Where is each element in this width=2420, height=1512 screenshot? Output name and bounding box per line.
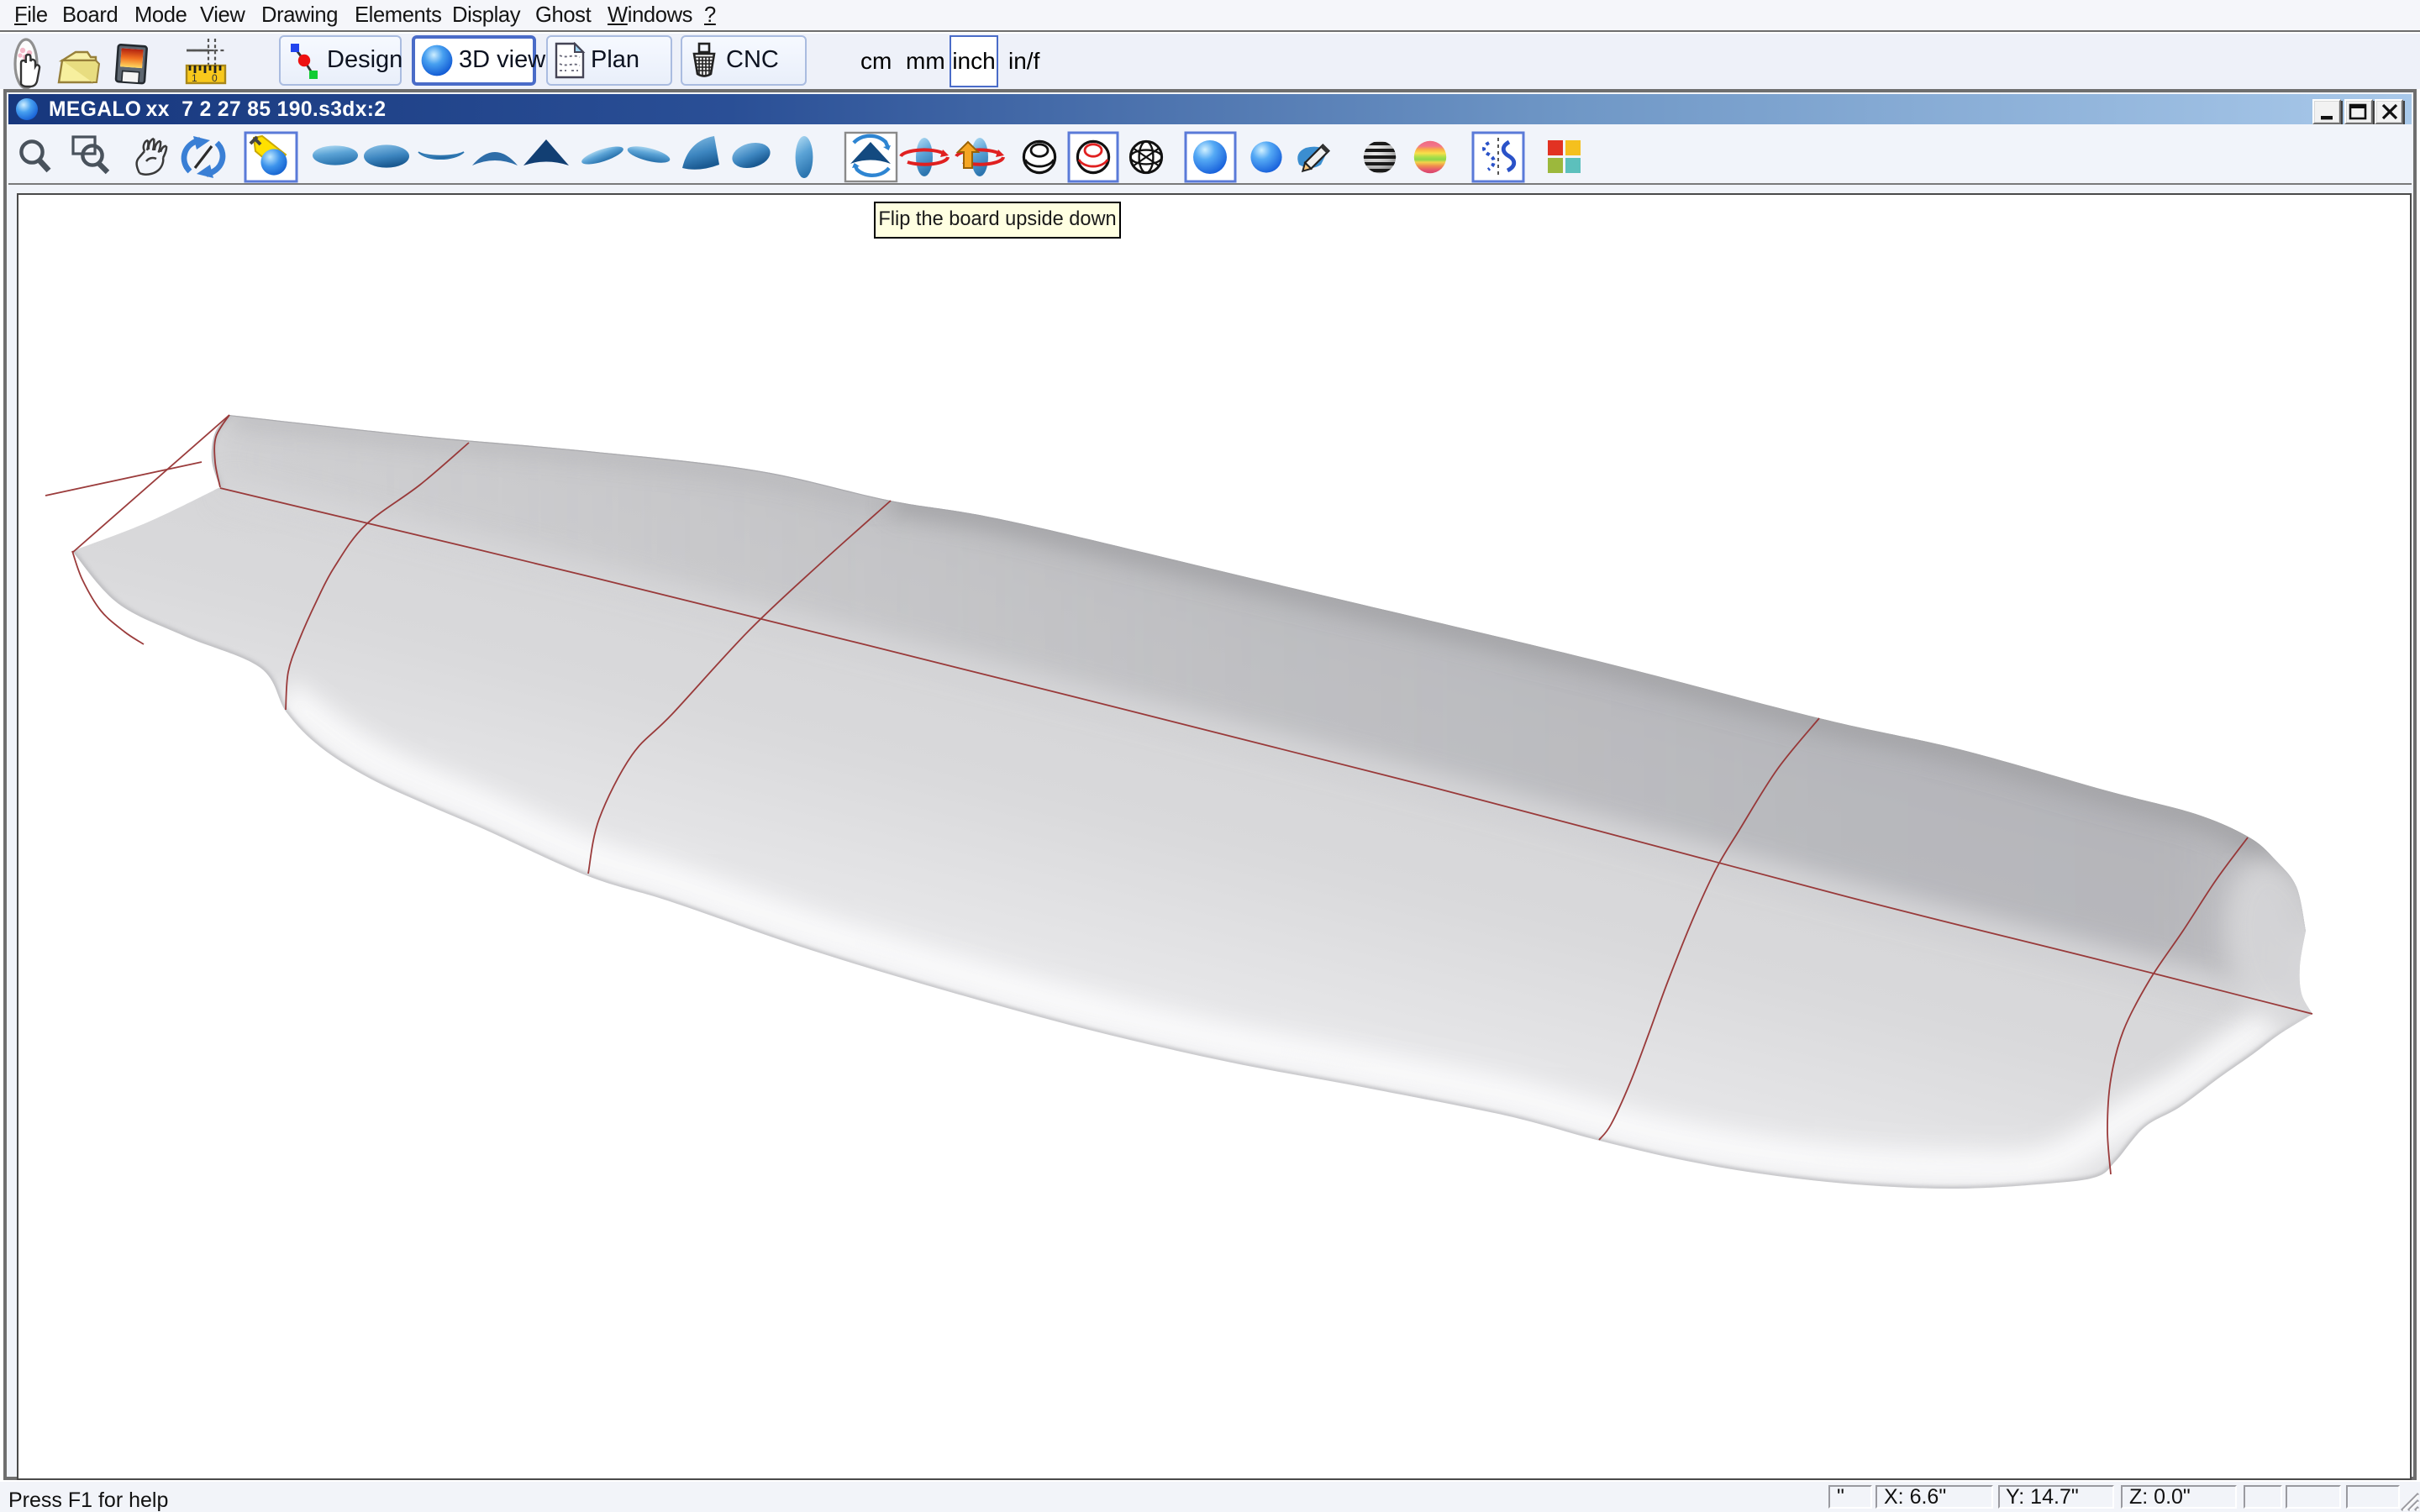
svg-text:1: 1	[192, 71, 197, 83]
svg-text:0: 0	[212, 71, 218, 83]
